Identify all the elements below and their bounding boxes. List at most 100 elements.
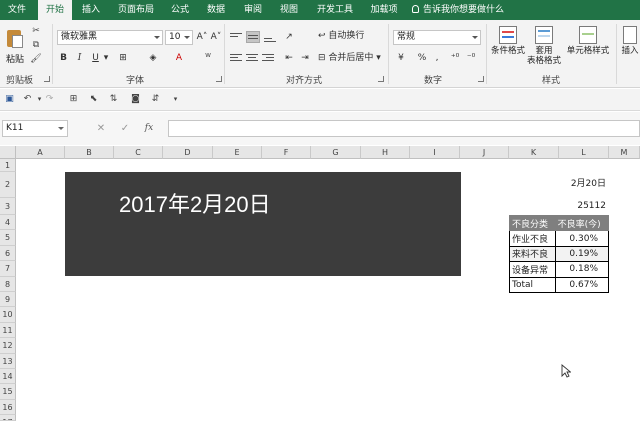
tab-review[interactable]: 审阅 <box>238 0 268 20</box>
cut-icon[interactable]: ✂ <box>30 26 42 36</box>
column-header[interactable]: D <box>163 146 213 159</box>
tab-file[interactable]: 文件 <box>0 0 34 20</box>
row-header[interactable]: 5 <box>0 230 16 246</box>
font-size-select[interactable]: 10 <box>165 30 193 45</box>
table-cell[interactable]: Total <box>509 276 556 293</box>
table-cell[interactable]: 0.19% <box>554 245 610 263</box>
conditional-format-button[interactable]: 条件格式 <box>490 24 526 72</box>
insert-cells-button[interactable]: 插入 <box>620 24 640 72</box>
increase-decimal-icon[interactable]: ⁺⁰ <box>448 51 462 65</box>
decrease-indent-icon[interactable]: ⇤ <box>282 51 296 65</box>
cell-l3[interactable]: 25112 <box>560 198 606 215</box>
row-header[interactable]: 9 <box>0 292 16 308</box>
select-all-corner[interactable] <box>0 146 16 159</box>
italic-button[interactable]: I <box>74 51 85 65</box>
row-header[interactable]: 6 <box>0 245 16 262</box>
phonetic-icon[interactable]: ᵂ <box>200 51 216 65</box>
column-header[interactable]: C <box>114 146 163 159</box>
cell-styles-button[interactable]: 单元格样式 <box>564 24 612 72</box>
row-header[interactable]: 7 <box>0 261 16 277</box>
align-top-icon[interactable] <box>230 32 242 42</box>
paste-button-label[interactable]: 粘贴 <box>6 52 24 65</box>
camera-icon[interactable]: ◙ <box>130 94 141 105</box>
table-cell[interactable]: 0.30% <box>554 230 610 247</box>
cell-l2[interactable]: 2月20日 <box>560 176 606 189</box>
align-left-icon[interactable] <box>230 53 242 63</box>
tab-page-layout[interactable]: 页面布局 <box>110 0 162 20</box>
row-header[interactable]: 15 <box>0 384 16 400</box>
column-header[interactable]: G <box>311 146 361 159</box>
orientation-icon[interactable]: ↗ <box>282 30 296 44</box>
redo-icon[interactable]: ↷ <box>44 94 55 105</box>
bold-button[interactable]: B <box>58 51 69 65</box>
sort-descending-icon[interactable]: ⇵ <box>150 94 161 105</box>
table-cell[interactable]: 0.67% <box>554 276 610 293</box>
tell-me-search[interactable]: 告诉我你想要做什么 <box>412 0 504 20</box>
currency-icon[interactable]: ¥ <box>394 51 408 65</box>
underline-button[interactable]: U <box>90 51 101 65</box>
table-header-cell[interactable]: 不良分类 <box>509 214 556 232</box>
align-center-icon[interactable] <box>246 53 258 63</box>
column-header[interactable]: E <box>213 146 262 159</box>
number-format-select[interactable]: 常规 <box>393 30 481 45</box>
row-header[interactable]: 8 <box>0 276 16 292</box>
table-cell[interactable]: 来料不良 <box>509 245 556 263</box>
comma-button[interactable]: , <box>432 51 442 65</box>
column-header[interactable]: F <box>262 146 311 159</box>
tab-data[interactable]: 数据 <box>200 0 232 20</box>
align-middle-icon[interactable] <box>246 31 260 43</box>
font-launcher-icon[interactable] <box>216 76 222 82</box>
decrease-decimal-icon[interactable]: ⁻⁰ <box>464 51 478 65</box>
sort-ascending-icon[interactable]: ⇅ <box>108 94 119 105</box>
row-header[interactable]: 1 <box>0 159 16 172</box>
tab-view[interactable]: 视图 <box>274 0 304 20</box>
insert-function-icon[interactable]: fx <box>140 120 158 137</box>
decrease-font-icon[interactable]: A˅ <box>210 30 222 44</box>
column-header[interactable]: H <box>361 146 410 159</box>
row-header[interactable]: 14 <box>0 369 16 385</box>
percent-button[interactable]: % <box>416 51 428 65</box>
format-as-table-button[interactable]: 套用 表格格式 <box>526 24 562 72</box>
row-header[interactable]: 17 <box>0 415 16 421</box>
save-icon[interactable]: ▣ <box>4 94 15 105</box>
copy-icon[interactable]: ⧉ <box>30 40 42 50</box>
increase-font-icon[interactable]: A˄ <box>196 30 208 44</box>
paste-icon[interactable] <box>6 28 23 48</box>
row-header[interactable]: 12 <box>0 338 16 354</box>
cancel-icon[interactable]: ✕ <box>92 120 110 137</box>
column-header[interactable]: J <box>460 146 509 159</box>
row-header[interactable]: 2 <box>0 172 16 198</box>
customize-toolbar-icon[interactable]: ▾ <box>170 94 181 105</box>
row-header[interactable]: 11 <box>0 322 16 339</box>
tab-addins[interactable]: 加载项 <box>366 0 402 20</box>
table-header-cell[interactable]: 不良率(今) <box>554 214 610 232</box>
enter-icon[interactable]: ✓ <box>116 120 134 137</box>
column-header[interactable]: L <box>559 146 609 159</box>
borders-icon[interactable]: ⊞ <box>68 94 79 105</box>
column-header[interactable]: A <box>16 146 65 159</box>
select-objects-icon[interactable]: ⬉ <box>88 94 99 105</box>
align-right-icon[interactable] <box>262 53 274 63</box>
undo-icon[interactable]: ↶ <box>22 94 33 105</box>
row-header[interactable]: 16 <box>0 399 16 416</box>
font-family-select[interactable]: 微软雅黑 <box>57 30 163 45</box>
increase-indent-icon[interactable]: ⇥ <box>298 51 312 65</box>
borders-icon[interactable]: ⊞ <box>116 51 130 65</box>
font-color-icon[interactable]: A <box>172 51 186 65</box>
wrap-text-button[interactable]: ↩ 自动换行 <box>318 29 370 43</box>
chevron-down-icon[interactable]: ▾ <box>102 51 110 65</box>
tab-insert[interactable]: 插入 <box>76 0 106 20</box>
name-box[interactable]: K11 <box>2 120 68 137</box>
formula-input[interactable] <box>168 120 640 137</box>
table-cell[interactable]: 0.18% <box>554 261 610 278</box>
number-launcher-icon[interactable] <box>478 76 484 82</box>
column-header[interactable]: I <box>410 146 460 159</box>
column-header[interactable]: B <box>65 146 114 159</box>
table-cell[interactable]: 作业不良 <box>509 230 556 247</box>
tab-home[interactable]: 开始 <box>38 0 72 20</box>
column-header[interactable]: K <box>509 146 559 159</box>
table-cell[interactable]: 设备异常 <box>509 261 556 278</box>
row-header[interactable]: 3 <box>0 198 16 215</box>
tab-developer[interactable]: 开发工具 <box>310 0 360 20</box>
column-header[interactable]: M <box>609 146 640 159</box>
